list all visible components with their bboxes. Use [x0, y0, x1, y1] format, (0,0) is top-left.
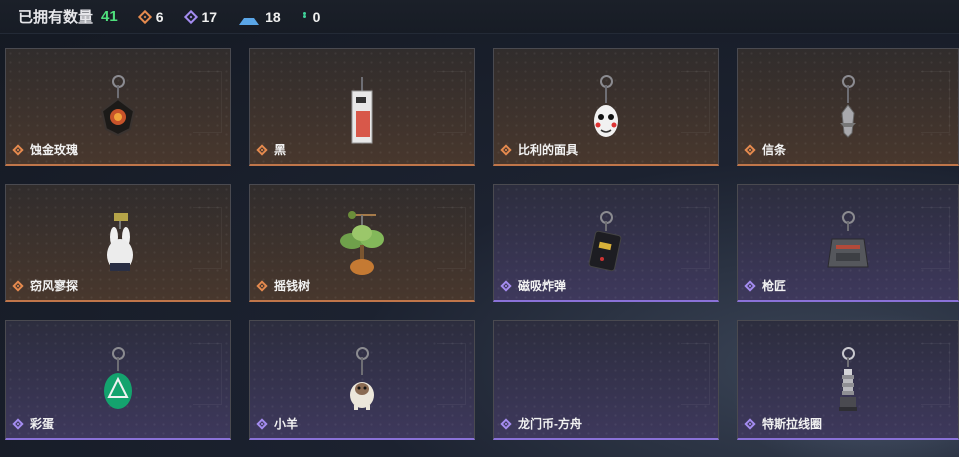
header-bar: 已拥有数量 41 6 17 18 0 — [0, 0, 959, 34]
purple-rarity-icon — [744, 279, 756, 292]
card-decoration — [681, 343, 710, 405]
item-card[interactable]: 特斯拉线圈 — [737, 320, 959, 440]
orange-rarity-icon — [256, 279, 268, 292]
item-name: 窃风寥探 — [30, 279, 79, 293]
item-label: 蚀金玫瑰 — [12, 141, 79, 158]
item-label: 磁吸炸弹 — [500, 277, 567, 294]
orange-rarity-icon — [744, 143, 756, 156]
card-decoration — [437, 71, 466, 133]
item-label: 窃风寥探 — [12, 277, 79, 294]
item-name: 摇钱树 — [274, 279, 311, 293]
item-name: 蚀金玫瑰 — [30, 143, 79, 157]
orange-rarity-icon — [12, 279, 24, 292]
item-name: 彩蛋 — [30, 417, 55, 431]
card-decoration — [437, 207, 466, 269]
item-name: 龙门币-方舟 — [518, 417, 582, 431]
item-label: 龙门币-方舟 — [500, 415, 582, 432]
item-card[interactable]: 龙门币-方舟 — [493, 320, 719, 440]
item-name: 磁吸炸弹 — [518, 279, 567, 293]
item-label: 信条 — [744, 141, 787, 158]
purple-rarity-count: 17 — [183, 8, 218, 25]
purple-rarity-value: 17 — [201, 8, 218, 25]
card-decoration — [681, 207, 710, 269]
item-label: 枪匠 — [744, 277, 787, 294]
card-decoration — [437, 343, 466, 405]
card-decoration — [921, 207, 950, 269]
orange-rarity-icon — [12, 143, 24, 156]
purple-rarity-icon — [500, 279, 512, 292]
purple-diamond-icon — [183, 9, 198, 24]
purple-rarity-icon — [500, 417, 512, 430]
item-card[interactable]: 摇钱树 — [249, 184, 475, 302]
purple-rarity-icon — [12, 417, 24, 430]
owned-count-label: 已拥有数量 — [18, 9, 94, 26]
item-card[interactable]: 枪匠 — [737, 184, 959, 302]
purple-rarity-icon — [744, 417, 756, 430]
card-decoration — [921, 71, 950, 133]
card-decoration — [921, 343, 950, 405]
item-name: 特斯拉线圈 — [762, 417, 823, 431]
item-card[interactable]: 黑 — [249, 48, 475, 166]
blue-chevron-icon — [239, 8, 260, 25]
item-name: 枪匠 — [762, 279, 787, 293]
green-rarity-count: 0 — [302, 8, 321, 25]
item-card[interactable]: 信条 — [737, 48, 959, 166]
card-decoration — [193, 71, 222, 133]
item-label: 黑 — [256, 141, 287, 158]
item-label: 比利的面具 — [500, 141, 579, 158]
item-card[interactable]: 蚀金玫瑰 — [5, 48, 231, 166]
card-decoration — [681, 71, 710, 133]
card-decoration — [193, 343, 222, 405]
item-card[interactable]: 窃风寥探 — [5, 184, 231, 302]
item-card[interactable]: 磁吸炸弹 — [493, 184, 719, 302]
owned-count-value: 41 — [101, 8, 118, 25]
blue-rarity-count: 18 — [239, 8, 281, 25]
item-name: 黑 — [274, 143, 287, 157]
orange-rarity-icon — [256, 143, 268, 156]
orange-rarity-count: 6 — [137, 8, 164, 25]
green-rarity-value: 0 — [312, 8, 321, 25]
item-card[interactable]: 小羊 — [249, 320, 475, 440]
item-card[interactable]: 彩蛋 — [5, 320, 231, 440]
item-label: 小羊 — [256, 415, 299, 432]
item-name: 小羊 — [274, 417, 299, 431]
orange-diamond-icon — [137, 9, 152, 24]
green-dots-icon — [302, 11, 307, 22]
item-label: 特斯拉线圈 — [744, 415, 823, 432]
item-name: 信条 — [762, 143, 787, 157]
item-name: 比利的面具 — [518, 143, 579, 157]
blue-rarity-value: 18 — [265, 8, 281, 25]
card-decoration — [193, 207, 222, 269]
orange-rarity-icon — [500, 143, 512, 156]
item-card[interactable]: 比利的面具 — [493, 48, 719, 166]
item-label: 彩蛋 — [12, 415, 55, 432]
orange-rarity-value: 6 — [155, 8, 164, 25]
purple-rarity-icon — [256, 417, 268, 430]
item-label: 摇钱树 — [256, 277, 311, 294]
